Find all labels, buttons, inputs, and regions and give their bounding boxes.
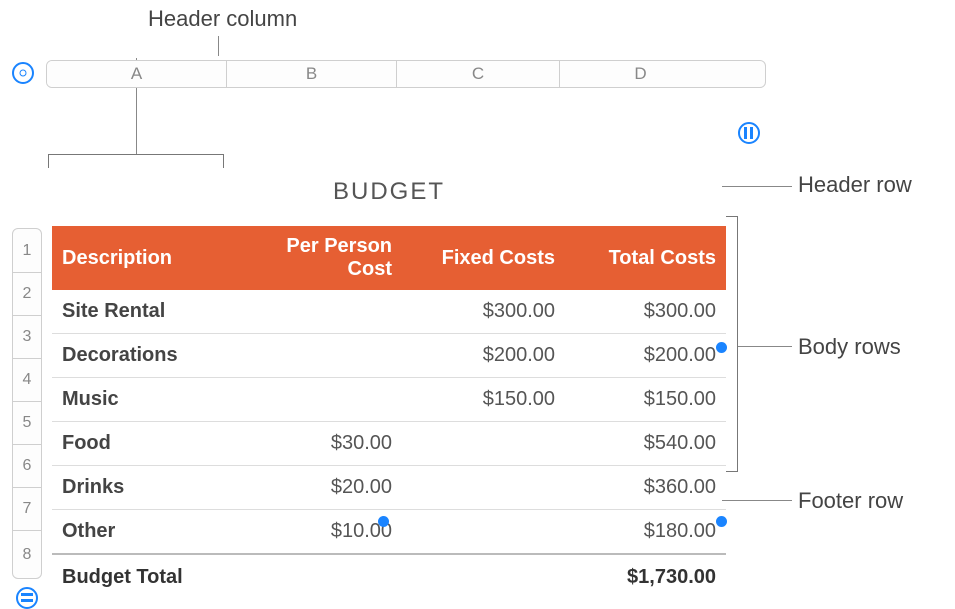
cell-description[interactable]: Drinks: [52, 466, 232, 510]
cell-value[interactable]: $300.00: [565, 290, 726, 334]
row-header-7[interactable]: 7: [13, 488, 41, 531]
row-header-5[interactable]: 5: [13, 402, 41, 445]
table-row: Drinks$20.00 $360.00: [52, 466, 726, 510]
table-resize-dot[interactable]: [716, 516, 727, 527]
column-header-B[interactable]: B: [227, 61, 397, 87]
bracket-body-rows: [726, 216, 738, 472]
row-header-1[interactable]: 1: [13, 229, 41, 273]
cell-value[interactable]: $200.00: [565, 334, 726, 378]
column-header-C[interactable]: C: [397, 61, 560, 87]
cell-value[interactable]: $360.00: [565, 466, 726, 510]
header-row: Description Per Person Cost Fixed Costs …: [52, 226, 726, 290]
cell-value[interactable]: $30.00: [232, 422, 402, 466]
table-row: Food$30.00 $540.00: [52, 422, 726, 466]
row-header-3[interactable]: 3: [13, 316, 41, 359]
callout-line: [738, 346, 792, 347]
cell-value[interactable]: [232, 378, 402, 422]
cell-value[interactable]: $10.00: [232, 510, 402, 555]
header-fixed[interactable]: Fixed Costs: [402, 226, 565, 290]
column-header-strip: ABCD: [46, 60, 766, 88]
column-header-A[interactable]: A: [47, 61, 227, 87]
add-row-handle[interactable]: [16, 587, 38, 609]
cell-value[interactable]: [232, 290, 402, 334]
selection-handle-dot[interactable]: [716, 342, 727, 353]
callout-footer-row: Footer row: [798, 488, 903, 514]
callout-line: [722, 186, 792, 187]
cell-value[interactable]: [232, 334, 402, 378]
callout-line: [218, 36, 219, 56]
add-column-handle[interactable]: [738, 122, 760, 144]
row-header-2[interactable]: 2: [13, 273, 41, 316]
row-header-6[interactable]: 6: [13, 445, 41, 488]
header-per-person[interactable]: Per Person Cost: [232, 226, 402, 290]
header-description[interactable]: Description: [52, 226, 232, 290]
table-title: BUDGET: [52, 160, 726, 226]
table-area: BUDGET Description Per Person Cost Fixed…: [52, 160, 726, 600]
cell-value[interactable]: $150.00: [565, 378, 726, 422]
sheet: ABCD 12345678 BUDGET Description Per Per…: [6, 60, 766, 88]
footer-label[interactable]: Budget Total: [52, 554, 232, 600]
footer-total[interactable]: $1,730.00: [565, 554, 726, 600]
cell-description[interactable]: Other: [52, 510, 232, 555]
column-header-D[interactable]: D: [560, 61, 721, 87]
footer-row: Budget Total $1,730.00: [52, 554, 726, 600]
cell-value[interactable]: [402, 422, 565, 466]
callout-header-column: Header column: [148, 6, 297, 32]
cell-value[interactable]: [402, 510, 565, 555]
cell-description[interactable]: Site Rental: [52, 290, 232, 334]
table-row: Site Rental $300.00$300.00: [52, 290, 726, 334]
cell-value[interactable]: $150.00: [402, 378, 565, 422]
footer-cell[interactable]: [232, 554, 402, 600]
header-total[interactable]: Total Costs: [565, 226, 726, 290]
table-row: Decorations $200.00$200.00: [52, 334, 726, 378]
row-header-strip: 12345678: [12, 228, 42, 579]
cell-description[interactable]: Music: [52, 378, 232, 422]
callout-body-rows: Body rows: [798, 334, 901, 360]
cell-description[interactable]: Food: [52, 422, 232, 466]
cell-description[interactable]: Decorations: [52, 334, 232, 378]
budget-table: Description Per Person Cost Fixed Costs …: [52, 226, 726, 600]
callout-line: [722, 500, 792, 501]
footer-cell[interactable]: [402, 554, 565, 600]
callout-header-row: Header row: [798, 172, 912, 198]
cell-value[interactable]: $200.00: [402, 334, 565, 378]
table-row: Other$10.00 $180.00: [52, 510, 726, 555]
cell-value[interactable]: $300.00: [402, 290, 565, 334]
cell-value[interactable]: $20.00: [232, 466, 402, 510]
row-header-4[interactable]: 4: [13, 359, 41, 402]
column-resize-dot[interactable]: [378, 516, 389, 527]
cell-value[interactable]: $540.00: [565, 422, 726, 466]
table-row: Music $150.00$150.00: [52, 378, 726, 422]
row-header-8[interactable]: 8: [13, 531, 41, 578]
cell-value[interactable]: [402, 466, 565, 510]
cell-value[interactable]: $180.00: [565, 510, 726, 555]
